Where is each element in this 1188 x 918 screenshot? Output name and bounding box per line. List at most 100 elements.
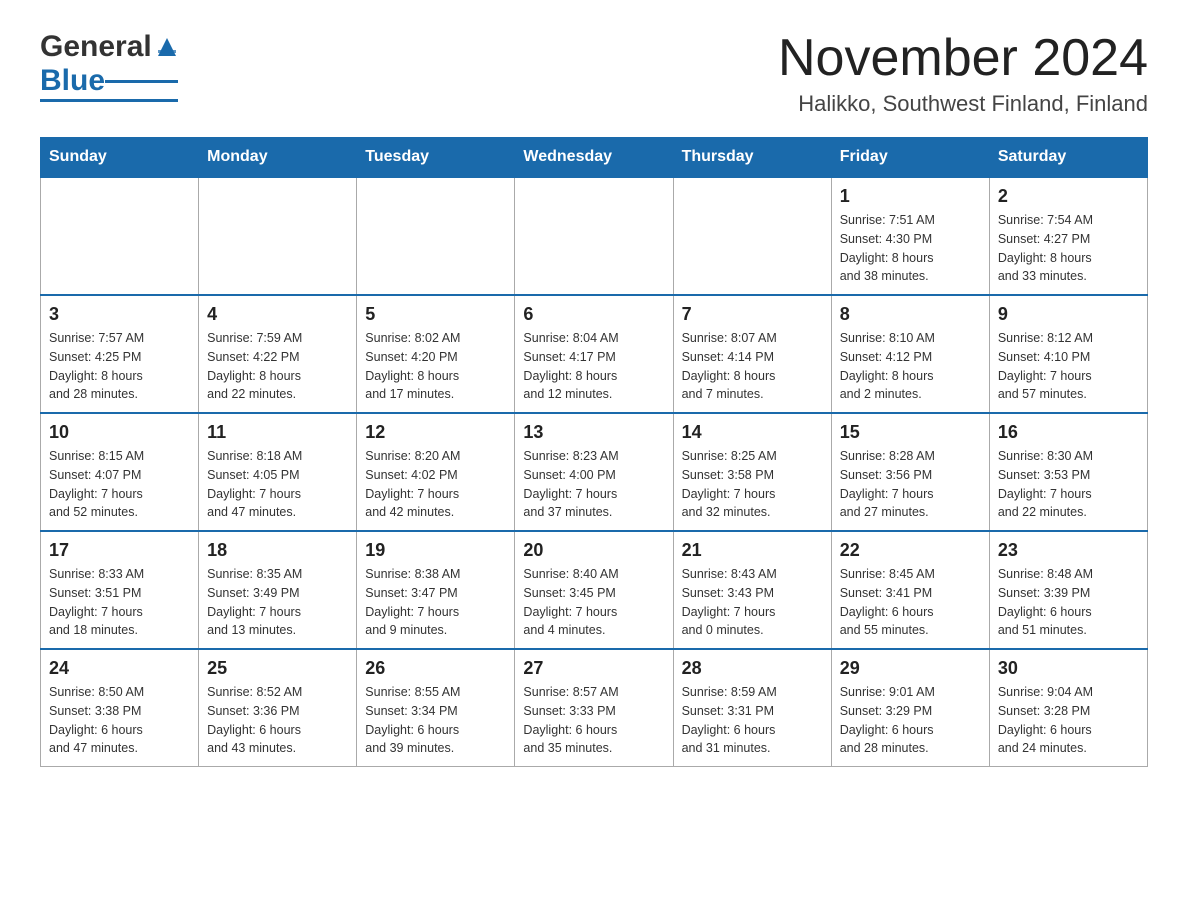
- day-number: 29: [840, 658, 981, 679]
- day-info: Sunrise: 8:07 AMSunset: 4:14 PMDaylight:…: [682, 329, 823, 404]
- day-number: 17: [49, 540, 190, 561]
- day-number: 12: [365, 422, 506, 443]
- day-number: 9: [998, 304, 1139, 325]
- day-info: Sunrise: 7:59 AMSunset: 4:22 PMDaylight:…: [207, 329, 348, 404]
- day-number: 10: [49, 422, 190, 443]
- col-header-saturday: Saturday: [989, 138, 1147, 178]
- calendar-cell: 16Sunrise: 8:30 AMSunset: 3:53 PMDayligh…: [989, 413, 1147, 531]
- logo-row2: Blue: [40, 64, 178, 98]
- day-number: 15: [840, 422, 981, 443]
- calendar-cell: 25 Sunrise: 8:52 AMSunset: 3:36 PMDayligh…: [199, 649, 357, 767]
- day-number: 27: [523, 658, 664, 679]
- logo-text: General Blue: [40, 30, 178, 102]
- logo-underline2: [40, 99, 178, 102]
- calendar-week-4: 17Sunrise: 8:33 AMSunset: 3:51 PMDayligh…: [41, 531, 1148, 649]
- calendar-cell: 17Sunrise: 8:33 AMSunset: 3:51 PMDayligh…: [41, 531, 199, 649]
- day-number: 30: [998, 658, 1139, 679]
- day-info: Sunrise: 8:38 AMSunset: 3:47 PMDaylight:…: [365, 565, 506, 640]
- calendar-cell: [673, 177, 831, 295]
- day-info: Sunrise: 8:35 AMSunset: 3:49 PMDaylight:…: [207, 565, 348, 640]
- day-info: Sunrise: 8:45 AMSunset: 3:41 PMDaylight:…: [840, 565, 981, 640]
- day-number: 14: [682, 422, 823, 443]
- calendar-week-5: 24Sunrise: 8:50 AMSunset: 3:38 PMDayligh…: [41, 649, 1148, 767]
- calendar-cell: 30 Sunrise: 9:04 AMSunset: 3:28 PMDayligh…: [989, 649, 1147, 767]
- logo-general: General: [40, 30, 152, 64]
- day-number: 8: [840, 304, 981, 325]
- calendar-cell: 20Sunrise: 8:40 AMSunset: 3:45 PMDayligh…: [515, 531, 673, 649]
- day-number: 13: [523, 422, 664, 443]
- day-info: Sunrise: 9:04 AMSunset: 3:28 PMDaylight:…: [998, 683, 1139, 758]
- calendar-cell: 4Sunrise: 7:59 AMSunset: 4:22 PMDaylight…: [199, 295, 357, 413]
- calendar-week-2: 3Sunrise: 7:57 AMSunset: 4:25 PMDaylight…: [41, 295, 1148, 413]
- day-info: Sunrise: 8:15 AMSunset: 4:07 PMDaylight:…: [49, 447, 190, 522]
- day-info: Sunrise: 8:57 AMSunset: 3:33 PMDaylight:…: [523, 683, 664, 758]
- calendar-cell: 14Sunrise: 8:25 AMSunset: 3:58 PMDayligh…: [673, 413, 831, 531]
- day-number: 22: [840, 540, 981, 561]
- day-info: Sunrise: 8:02 AMSunset: 4:20 PMDaylight:…: [365, 329, 506, 404]
- calendar-cell: 7 Sunrise: 8:07 AMSunset: 4:14 PMDaylight…: [673, 295, 831, 413]
- day-number: 18: [207, 540, 348, 561]
- day-info: Sunrise: 7:57 AMSunset: 4:25 PMDaylight:…: [49, 329, 190, 404]
- day-info: Sunrise: 8:10 AMSunset: 4:12 PMDaylight:…: [840, 329, 981, 404]
- logo-flag-icon: [156, 36, 178, 58]
- day-info: Sunrise: 8:20 AMSunset: 4:02 PMDaylight:…: [365, 447, 506, 522]
- day-number: 25: [207, 658, 348, 679]
- day-number: 28: [682, 658, 823, 679]
- day-info: Sunrise: 8:18 AMSunset: 4:05 PMDaylight:…: [207, 447, 348, 522]
- calendar-cell: 15 Sunrise: 8:28 AMSunset: 3:56 PMDayligh…: [831, 413, 989, 531]
- day-number: 2: [998, 186, 1139, 207]
- logo-blue: Blue: [40, 64, 105, 98]
- col-header-monday: Monday: [199, 138, 357, 178]
- calendar-cell: [41, 177, 199, 295]
- calendar-cell: 5 Sunrise: 8:02 AMSunset: 4:20 PMDaylight…: [357, 295, 515, 413]
- calendar-cell: 26 Sunrise: 8:55 AMSunset: 3:34 PMDayligh…: [357, 649, 515, 767]
- logo-row1: General: [40, 30, 178, 64]
- day-number: 1: [840, 186, 981, 207]
- day-info: Sunrise: 7:51 AMSunset: 4:30 PMDaylight:…: [840, 211, 981, 286]
- day-number: 24: [49, 658, 190, 679]
- day-number: 11: [207, 422, 348, 443]
- day-info: Sunrise: 8:04 AMSunset: 4:17 PMDaylight:…: [523, 329, 664, 404]
- col-header-sunday: Sunday: [41, 138, 199, 178]
- logo-underline: [105, 80, 178, 83]
- col-header-tuesday: Tuesday: [357, 138, 515, 178]
- day-info: Sunrise: 8:59 AMSunset: 3:31 PMDaylight:…: [682, 683, 823, 758]
- day-number: 5: [365, 304, 506, 325]
- page-header: General Blue November 2024 Halikko, Sout…: [40, 30, 1148, 117]
- day-number: 7: [682, 304, 823, 325]
- calendar-cell: 11 Sunrise: 8:18 AMSunset: 4:05 PMDayligh…: [199, 413, 357, 531]
- calendar-cell: 2 Sunrise: 7:54 AMSunset: 4:27 PMDaylight…: [989, 177, 1147, 295]
- day-number: 23: [998, 540, 1139, 561]
- day-info: Sunrise: 7:54 AMSunset: 4:27 PMDaylight:…: [998, 211, 1139, 286]
- day-info: Sunrise: 8:30 AMSunset: 3:53 PMDaylight:…: [998, 447, 1139, 522]
- calendar-cell: 22 Sunrise: 8:45 AMSunset: 3:41 PMDayligh…: [831, 531, 989, 649]
- day-info: Sunrise: 8:52 AMSunset: 3:36 PMDaylight:…: [207, 683, 348, 758]
- calendar-cell: 6 Sunrise: 8:04 AMSunset: 4:17 PMDaylight…: [515, 295, 673, 413]
- logo: General Blue: [40, 30, 178, 102]
- col-header-wednesday: Wednesday: [515, 138, 673, 178]
- calendar-cell: 10 Sunrise: 8:15 AMSunset: 4:07 PMDayligh…: [41, 413, 199, 531]
- calendar-cell: 9 Sunrise: 8:12 AMSunset: 4:10 PMDaylight…: [989, 295, 1147, 413]
- day-number: 6: [523, 304, 664, 325]
- day-info: Sunrise: 8:12 AMSunset: 4:10 PMDaylight:…: [998, 329, 1139, 404]
- day-number: 21: [682, 540, 823, 561]
- day-number: 20: [523, 540, 664, 561]
- calendar-cell: [515, 177, 673, 295]
- day-info: Sunrise: 9:01 AMSunset: 3:29 PMDaylight:…: [840, 683, 981, 758]
- calendar-cell: 21 Sunrise: 8:43 AMSunset: 3:43 PMDayligh…: [673, 531, 831, 649]
- calendar-table: SundayMondayTuesdayWednesdayThursdayFrid…: [40, 137, 1148, 767]
- calendar-week-3: 10 Sunrise: 8:15 AMSunset: 4:07 PMDayligh…: [41, 413, 1148, 531]
- day-info: Sunrise: 8:23 AMSunset: 4:00 PMDaylight:…: [523, 447, 664, 522]
- calendar-cell: 27 Sunrise: 8:57 AMSunset: 3:33 PMDayligh…: [515, 649, 673, 767]
- calendar-cell: 29 Sunrise: 9:01 AMSunset: 3:29 PMDayligh…: [831, 649, 989, 767]
- day-info: Sunrise: 8:55 AMSunset: 3:34 PMDaylight:…: [365, 683, 506, 758]
- calendar-cell: [357, 177, 515, 295]
- day-info: Sunrise: 8:43 AMSunset: 3:43 PMDaylight:…: [682, 565, 823, 640]
- calendar-cell: 13 Sunrise: 8:23 AMSunset: 4:00 PMDayligh…: [515, 413, 673, 531]
- day-info: Sunrise: 8:28 AMSunset: 3:56 PMDaylight:…: [840, 447, 981, 522]
- day-number: 26: [365, 658, 506, 679]
- calendar-cell: 19 Sunrise: 8:38 AMSunset: 3:47 PMDayligh…: [357, 531, 515, 649]
- day-number: 19: [365, 540, 506, 561]
- calendar-cell: 23Sunrise: 8:48 AMSunset: 3:39 PMDayligh…: [989, 531, 1147, 649]
- calendar-cell: 24Sunrise: 8:50 AMSunset: 3:38 PMDayligh…: [41, 649, 199, 767]
